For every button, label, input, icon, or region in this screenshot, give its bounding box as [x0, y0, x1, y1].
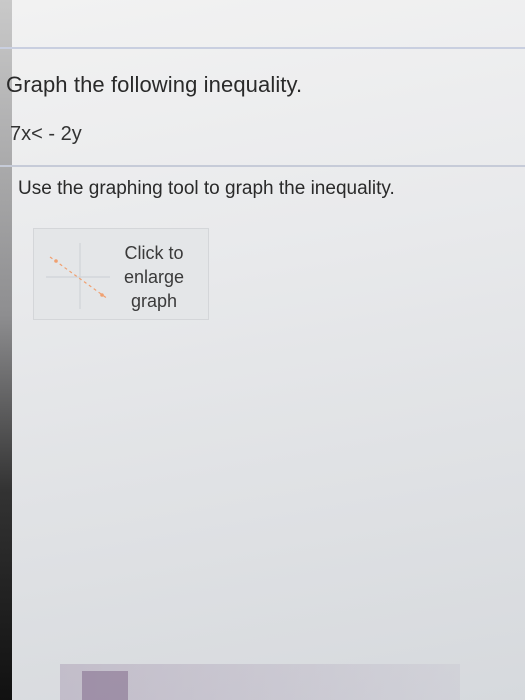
graph-thumbnail-icon: [46, 243, 110, 309]
monitor-bezel: [0, 0, 12, 700]
question-title: Graph the following inequality.: [6, 72, 303, 97]
section-divider: [0, 165, 525, 167]
boundary-line: [49, 256, 109, 300]
line-point: [100, 293, 104, 297]
inequality-expression: 7x< - 2y: [10, 123, 82, 145]
taskbar-app-button[interactable]: [82, 671, 128, 700]
instruction-text: Use the graphing tool to graph the inequ…: [18, 178, 395, 199]
enlarge-graph-button[interactable]: Click to enlarge graph: [33, 228, 209, 320]
enlarge-graph-label: Click to enlarge graph: [123, 243, 185, 311]
line-point: [54, 259, 58, 263]
header-divider: [0, 47, 525, 49]
